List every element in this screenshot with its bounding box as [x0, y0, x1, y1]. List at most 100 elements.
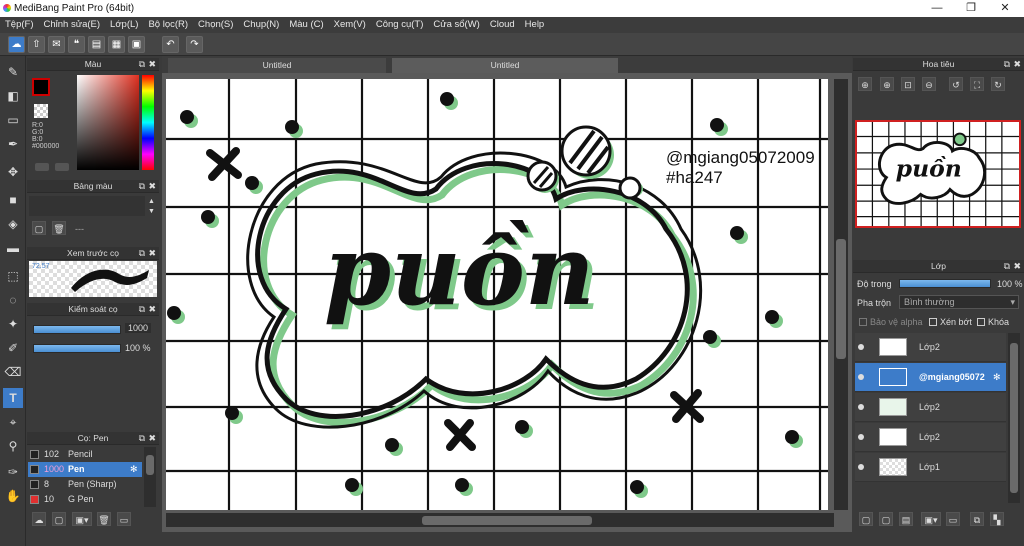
document-icon[interactable]: ▤: [88, 36, 105, 53]
menu-snap[interactable]: Chụp(N): [238, 17, 284, 32]
cloud-icon[interactable]: ☁: [8, 36, 25, 53]
magic-wand-icon[interactable]: ✦: [3, 314, 23, 334]
layer-row[interactable]: Lớp2: [855, 393, 1006, 422]
palette-area[interactable]: [29, 196, 145, 216]
add-layer-menu-icon[interactable]: ▣▾: [921, 512, 941, 526]
popout-icon[interactable]: ⧉: [139, 180, 145, 193]
saturation-value-picker[interactable]: [77, 75, 139, 170]
new-palette-icon[interactable]: ▢: [32, 221, 46, 235]
transparent-swatch[interactable]: [34, 104, 48, 118]
canvas-horizontal-scrollbar[interactable]: [166, 513, 834, 527]
zoom-plus-icon[interactable]: ⊕: [880, 77, 894, 91]
delete-palette-icon[interactable]: 🗑: [52, 221, 66, 235]
canvas-vertical-scrollbar[interactable]: [834, 79, 848, 510]
rotate-left-icon[interactable]: ↺: [949, 77, 963, 91]
brush-size-value[interactable]: 1000: [125, 323, 152, 333]
brush-opacity-slider[interactable]: [33, 344, 121, 353]
fill-rect-icon[interactable]: ■: [3, 190, 23, 210]
foreground-color-swatch[interactable]: [32, 78, 50, 96]
tab-untitled-2[interactable]: Untitled: [392, 58, 618, 73]
new-brush-icon[interactable]: ▢: [52, 512, 66, 526]
minimize-button[interactable]: —: [922, 1, 952, 16]
lock-checkbox[interactable]: Khóa: [977, 317, 1009, 327]
brush-item-selected[interactable]: 1000 Pen ✻: [28, 462, 142, 477]
fit-window-icon[interactable]: ⊡: [901, 77, 915, 91]
menu-color[interactable]: Màu (C): [284, 17, 328, 32]
brush-item[interactable]: 10 G Pen: [28, 492, 142, 507]
menu-filter[interactable]: Bộ lọc(R): [143, 17, 193, 32]
popout-icon[interactable]: ⧉: [139, 303, 145, 316]
eye-icon[interactable]: [858, 344, 864, 350]
settings-icon[interactable]: ✻: [130, 462, 138, 477]
close-icon[interactable]: ✖: [148, 303, 156, 316]
menu-view[interactable]: Xem(V): [329, 17, 371, 32]
layer-row[interactable]: Lớp2: [855, 423, 1006, 452]
eraser-icon[interactable]: ◧: [3, 86, 23, 106]
brush-list-scrollbar[interactable]: [144, 447, 156, 507]
layout-icon[interactable]: ▣: [128, 36, 145, 53]
brush-icon[interactable]: ✎: [3, 62, 23, 82]
popout-icon[interactable]: ⧉: [1004, 58, 1010, 71]
close-icon[interactable]: ✖: [1013, 260, 1021, 273]
layer-opacity-slider[interactable]: [899, 279, 991, 288]
eyedropper-icon[interactable]: ⚲: [3, 436, 23, 456]
zoom-out-icon[interactable]: ⊖: [922, 77, 936, 91]
hand-icon[interactable]: ✋: [3, 486, 23, 506]
layer-options-icon[interactable]: ▚: [990, 512, 1004, 526]
menu-layer[interactable]: Lớp(L): [105, 17, 143, 32]
grid-icon[interactable]: ▦: [108, 36, 125, 53]
close-icon[interactable]: ✖: [148, 58, 156, 71]
folder-icon[interactable]: ▭: [946, 512, 960, 526]
menu-help[interactable]: Help: [520, 17, 550, 32]
duplicate-layer-icon[interactable]: ▤: [899, 512, 913, 526]
eye-icon[interactable]: [858, 464, 864, 470]
text-icon[interactable]: T: [3, 388, 23, 408]
navigator-thumbnail[interactable]: puồn: [855, 120, 1021, 228]
rotate-right-icon[interactable]: ↻: [991, 77, 1005, 91]
bucket-icon[interactable]: ◈: [3, 214, 23, 234]
delete-brush-icon[interactable]: 🗑: [97, 512, 111, 526]
brush-item[interactable]: 102 Pencil: [28, 447, 142, 462]
close-button[interactable]: ✕: [990, 1, 1020, 16]
select-pen-icon[interactable]: ✐: [3, 338, 23, 358]
color-mode-button-2[interactable]: [55, 163, 69, 171]
popout-icon[interactable]: ⧉: [139, 432, 145, 445]
eye-icon[interactable]: [858, 404, 864, 410]
popout-icon[interactable]: ⧉: [139, 247, 145, 260]
fit-screen-icon[interactable]: ⛶: [970, 77, 984, 91]
layer-row-selected[interactable]: @mgiang05072 ✻: [855, 363, 1006, 392]
settings-icon[interactable]: ✻: [993, 363, 1001, 392]
canvas-paper[interactable]: puồn puồn @mgiang05072009 #ha247: [166, 79, 828, 510]
zoom-in-icon[interactable]: ⊕: [858, 77, 872, 91]
move-icon[interactable]: ✥: [3, 162, 23, 182]
add-brush-icon[interactable]: ▣▾: [72, 512, 92, 526]
close-icon[interactable]: ✖: [1013, 58, 1021, 71]
popout-icon[interactable]: ⧉: [139, 58, 145, 71]
menu-cloud[interactable]: Cloud: [485, 17, 520, 32]
layer-row[interactable]: Lớp2: [855, 333, 1006, 362]
close-icon[interactable]: ✖: [148, 432, 156, 445]
select-eraser-icon[interactable]: ⌫: [3, 362, 23, 382]
menu-file[interactable]: Tệp(F): [0, 17, 39, 32]
scroll-down-icon[interactable]: ▼: [148, 208, 155, 215]
maximize-button[interactable]: ❐: [956, 1, 986, 16]
hue-slider[interactable]: [142, 75, 154, 170]
clipping-checkbox[interactable]: Xén bớt: [929, 317, 972, 327]
eye-icon[interactable]: [858, 374, 864, 380]
close-icon[interactable]: ✖: [148, 180, 156, 193]
layer-list-scrollbar[interactable]: [1008, 333, 1020, 503]
chat-icon[interactable]: ❝: [68, 36, 85, 53]
eye-icon[interactable]: [858, 434, 864, 440]
new-layer-alt-icon[interactable]: ▢: [879, 512, 893, 526]
cloud-brush-icon[interactable]: ☁: [32, 512, 46, 526]
menu-edit[interactable]: Chỉnh sửa(E): [39, 17, 106, 32]
blend-mode-select[interactable]: Bình thường ▾: [899, 295, 1019, 309]
eyedropper2-icon[interactable]: ✑: [3, 462, 23, 482]
comment-icon[interactable]: ✉: [48, 36, 65, 53]
menu-tools[interactable]: Công cụ(T): [371, 17, 429, 32]
menu-window[interactable]: Cửa sổ(W): [428, 17, 484, 32]
color-mode-button[interactable]: [35, 163, 49, 171]
menu-select[interactable]: Chọn(S): [193, 17, 238, 32]
close-icon[interactable]: ✖: [148, 247, 156, 260]
brush-item[interactable]: 8 Pen (Sharp): [28, 477, 142, 492]
